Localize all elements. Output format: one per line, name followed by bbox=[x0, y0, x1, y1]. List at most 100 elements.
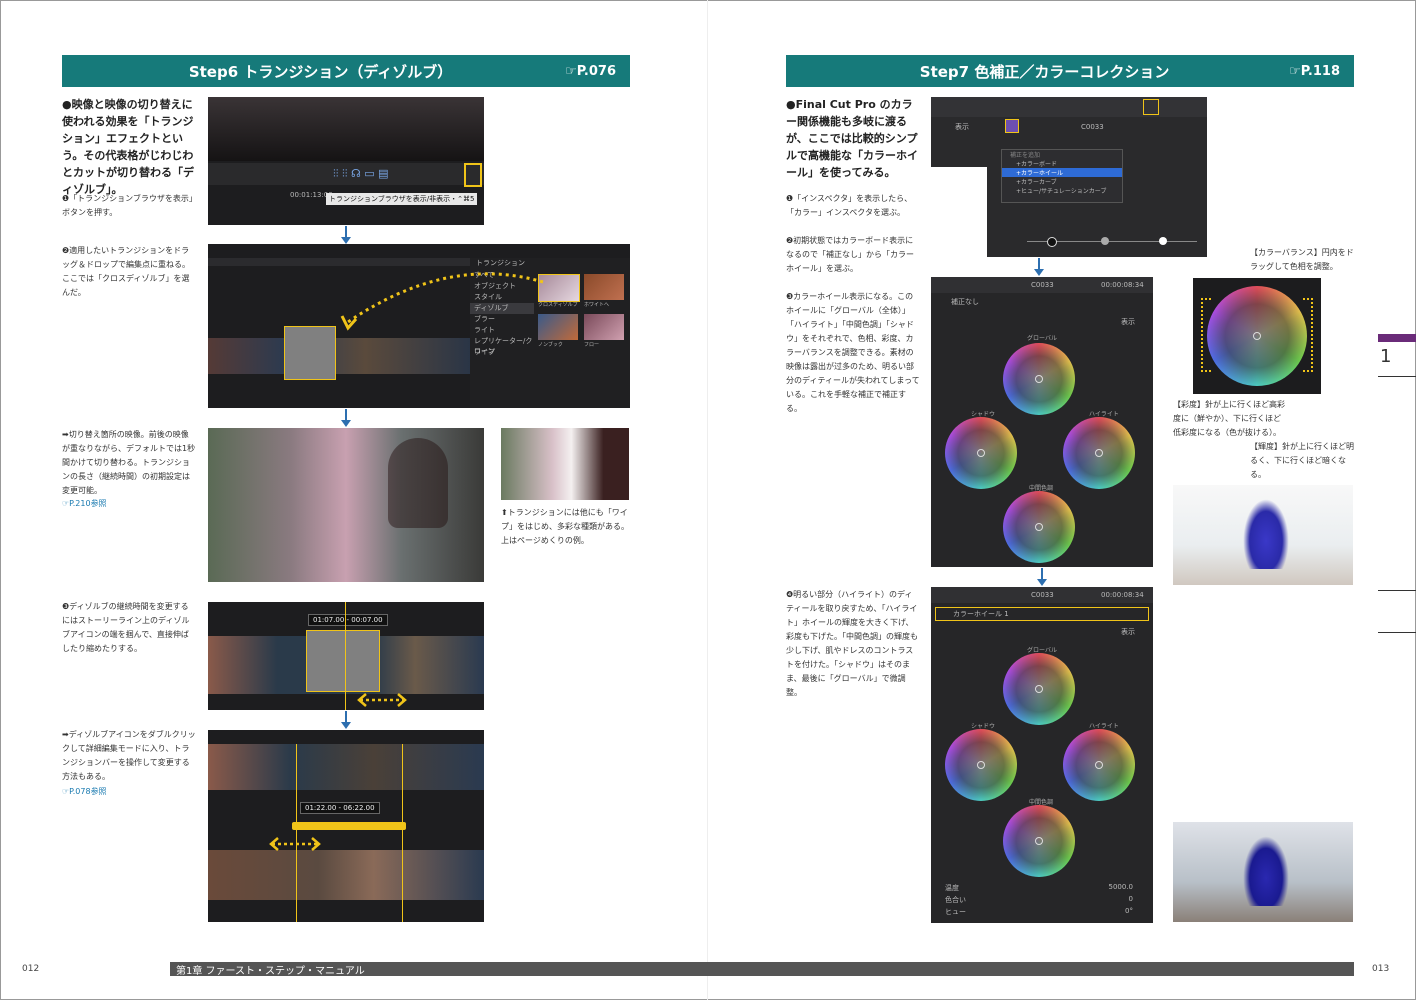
step6-ref-3[interactable]: ☞P.210参照 bbox=[62, 498, 107, 509]
side-index-line bbox=[1378, 376, 1416, 377]
page-curl-photo bbox=[501, 428, 629, 500]
clip-time: 00:00:08:34 bbox=[1101, 281, 1144, 289]
chapter-footer: 第1章 ファースト・ステップ・マニュアル bbox=[170, 962, 1354, 977]
color-wheel-highlight[interactable] bbox=[1063, 417, 1135, 489]
menu-header: 補正を追加 bbox=[1010, 152, 1041, 159]
slider-knob[interactable] bbox=[1101, 237, 1109, 245]
toolbar-icons: ⫶⫶ ⫶⫶ ☊ ▭ ▤ bbox=[333, 167, 389, 180]
browser-item[interactable]: ワイプ bbox=[470, 347, 534, 358]
clip-name: C0033 bbox=[1031, 591, 1054, 599]
preset-dropdown[interactable]: カラーホイール 1 bbox=[953, 609, 1009, 619]
color-tab-highlight[interactable] bbox=[1005, 119, 1019, 133]
color-wheel-closeup[interactable] bbox=[1207, 286, 1307, 386]
thumb-label: ホワイトへ bbox=[584, 302, 610, 308]
param-value[interactable]: 5000.0 bbox=[1109, 883, 1134, 895]
wheel-label-global: グローバル bbox=[1027, 335, 1057, 342]
step6-lead: ●映像と映像の切り替えに使われる効果を「トランジション」エフェクトという。その代… bbox=[62, 98, 194, 196]
step6-note-3: ➡切り替え箇所の映像。前後の映像が重なりながら、デフォルトでは1秒間かけて切り替… bbox=[62, 430, 196, 495]
drag-path bbox=[340, 272, 544, 331]
param-label: 色合い bbox=[945, 896, 966, 904]
upper-clip bbox=[208, 744, 484, 790]
dancer-shape bbox=[1243, 499, 1289, 569]
slider-knob[interactable] bbox=[1159, 237, 1167, 245]
step6-title: Step6 トランジション（ディゾルブ） bbox=[188, 62, 453, 81]
thumb-fade-white[interactable] bbox=[584, 274, 624, 300]
color-wheel-global[interactable] bbox=[1003, 653, 1075, 725]
beach-photo-after bbox=[1173, 822, 1353, 922]
step6-note-2: ❷適用したいトランジションをドラッグ＆ドロップで編集点に重ねる。ここでは「クロス… bbox=[62, 246, 190, 297]
inspector-tab-highlight[interactable] bbox=[1143, 99, 1159, 115]
duration-text: 01:07.00 - 00:07.00 bbox=[313, 616, 383, 624]
browser-item[interactable]: レプリケーター/クローン bbox=[470, 336, 534, 355]
flow-arrow-2 bbox=[341, 409, 351, 427]
tooltip: トランジションブラウザを表示/非表示・⌃⌘5 bbox=[326, 193, 478, 205]
step7-page-ref: ☞P.118 bbox=[1289, 63, 1340, 79]
tooltip-text: トランジションブラウザを表示/非表示・⌃⌘5 bbox=[329, 195, 475, 203]
chapter-footer-text: 第1章 ファースト・ステップ・マニュアル bbox=[176, 965, 365, 977]
view-label[interactable]: 表示 bbox=[955, 122, 969, 132]
color-wheel-highlight[interactable] bbox=[1063, 729, 1135, 801]
screenshot-inspector-menu: 表示 C0033 補正を追加 +カラーボード +カラーホイール +カラーカーブ … bbox=[931, 97, 1207, 257]
spine-divider bbox=[707, 0, 708, 1000]
transition-drop-box[interactable] bbox=[284, 326, 336, 380]
edit-line-left bbox=[296, 744, 297, 922]
step7-note-2: ❷初期状態ではカラーボード表示になるので「補正なし」から「カラーホイール」を選ぶ… bbox=[786, 236, 914, 273]
menu-item[interactable]: +ヒュー/サチュレーションカーブ bbox=[1002, 186, 1122, 195]
callout-luminance: 【輝度】針が上に行くほど明るく、下に行くほど暗くなる。 bbox=[1250, 442, 1354, 479]
dissolve-icon[interactable] bbox=[306, 630, 380, 692]
view-dropdown[interactable]: 表示 bbox=[1121, 317, 1135, 327]
hue-bracket-right bbox=[1303, 298, 1313, 372]
menu-item-selected[interactable]: +カラーホイール bbox=[1002, 168, 1122, 177]
flow-arrow-3 bbox=[341, 711, 351, 729]
playhead bbox=[345, 602, 346, 710]
step6-banner: Step6 トランジション（ディゾルブ） ☞P.076 bbox=[62, 55, 630, 87]
transition-bar[interactable] bbox=[292, 822, 406, 830]
wheel-closeup bbox=[1193, 278, 1321, 394]
color-wheel-midtone[interactable] bbox=[1003, 491, 1075, 563]
viewer-frame bbox=[208, 97, 484, 161]
menu-item[interactable]: +カラーカーブ bbox=[1002, 177, 1122, 186]
flow-arrow-r2 bbox=[1037, 568, 1047, 586]
step7-note-4: ❹明るい部分（ハイライト）のディティールを取り戻すため、「ハイライト」ホイールの… bbox=[786, 590, 918, 697]
preset-dropdown[interactable]: 補正なし bbox=[951, 297, 979, 307]
drag-arrow bbox=[269, 837, 321, 851]
dancer-shape bbox=[1243, 836, 1289, 906]
menu-item[interactable]: +カラーボード bbox=[1002, 159, 1122, 168]
thumb-flow[interactable] bbox=[584, 314, 624, 340]
param-value[interactable]: 0° bbox=[1125, 907, 1133, 919]
param-row: ヒュー 0° bbox=[931, 907, 1153, 919]
edit-line-right bbox=[402, 744, 403, 922]
screenshot-precision-editor: 01:22.00 - 06:22.00 bbox=[208, 730, 484, 922]
transition-browser-button-highlight[interactable] bbox=[464, 163, 482, 187]
screenshot-color-wheels-after: C0033 00:00:08:34 カラーホイール 1 表示 グローバル シャド… bbox=[931, 587, 1153, 923]
hue-bracket-left bbox=[1201, 298, 1211, 372]
step7-banner: Step7 色補正／カラーコレクション ☞P.118 bbox=[786, 55, 1354, 87]
color-wheel-midtone[interactable] bbox=[1003, 805, 1075, 877]
step6-ref-5[interactable]: ☞P.078参照 bbox=[62, 786, 107, 797]
duration-label-2: 01:22.00 - 06:22.00 bbox=[300, 802, 380, 814]
right-page-number: 013 bbox=[1372, 964, 1390, 974]
clip-name: C0033 bbox=[1081, 123, 1104, 131]
left-viewer bbox=[931, 167, 987, 257]
screenshot-drag-transition: トランジション すべて オブジェクト スタイル ディゾルブ ブラー ライト レプ… bbox=[208, 244, 630, 408]
color-wheel-shadow[interactable] bbox=[945, 417, 1017, 489]
step7-lead: ●Final Cut Pro のカラー関係機能も多岐に渡るが、ここでは比較的シン… bbox=[786, 98, 918, 179]
side-index-line bbox=[1378, 632, 1416, 633]
color-wheel-shadow[interactable] bbox=[945, 729, 1017, 801]
flow-arrow-r1 bbox=[1034, 258, 1044, 276]
callout-saturation: 【彩度】針が上に行くほど高彩度に（鮮やか）、下に行くほど低彩度になる（色が抜ける… bbox=[1173, 400, 1285, 437]
lower-clip bbox=[208, 850, 484, 900]
step6-page-ref: ☞P.076 bbox=[565, 63, 616, 79]
page-curl-caption: ⬆トランジションには他にも「ワイプ」をはじめ、多彩な種類がある。上はページめくり… bbox=[501, 508, 629, 545]
screenshot-transition-button: ⫶⫶ ⫶⫶ ☊ ▭ ▤ 00:01:13:00 トランジションブラウザを表示/非… bbox=[208, 97, 484, 225]
param-value[interactable]: 0 bbox=[1129, 895, 1133, 907]
step6-note-1: ❶「トランジションブラウザを表示」ボタンを押す。 bbox=[62, 194, 193, 217]
view-dropdown[interactable]: 表示 bbox=[1121, 627, 1135, 637]
color-wheel-global[interactable] bbox=[1003, 343, 1075, 415]
slider-knob[interactable] bbox=[1047, 237, 1057, 247]
screenshot-trim-dissolve: 01:07.00 - 00:07.00 bbox=[208, 602, 484, 710]
duration-text-2: 01:22.00 - 06:22.00 bbox=[305, 804, 375, 812]
step7-title: Step7 色補正／カラーコレクション bbox=[919, 62, 1170, 81]
step7-note-1: ❶「インスペクタ」を表示したら、「カラー」インスペクタを選ぶ。 bbox=[786, 194, 913, 217]
step7-note-3: ❸カラーホイール表示になる。このホイールに「グローバル（全体）」「ハイライト」「… bbox=[786, 292, 920, 413]
